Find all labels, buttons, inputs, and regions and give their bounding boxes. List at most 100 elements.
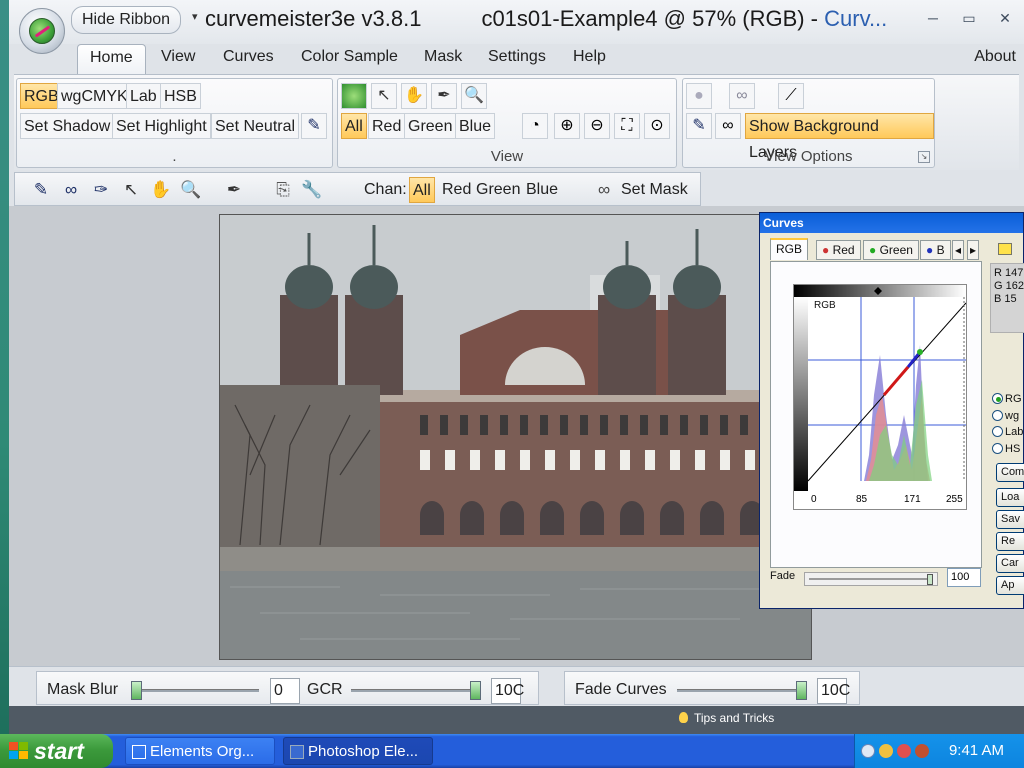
hand-tool-icon[interactable]: ✋	[149, 178, 173, 202]
dialog-launcher-icon[interactable]: ↘	[918, 151, 930, 163]
zoom-tool-icon[interactable]: 🔍	[461, 83, 487, 109]
neutral-picker-icon[interactable]: ✎	[301, 113, 327, 139]
tray-security-icon[interactable]	[897, 744, 911, 758]
mode-radio-lab[interactable]: Lab	[992, 426, 1023, 438]
tab-curves[interactable]: Curves	[223, 48, 274, 66]
gcr-value[interactable]: 10C	[491, 678, 524, 704]
tab-view[interactable]: View	[161, 48, 195, 66]
gcr-thumb[interactable]	[470, 681, 481, 700]
zoom-actual-icon[interactable]: ⊙	[644, 113, 670, 139]
mode-radio-rgb[interactable]: RG	[992, 393, 1022, 405]
close-icon[interactable]: ✕	[996, 10, 1014, 27]
set-shadow-button[interactable]: Set Shadow	[20, 113, 115, 139]
tab-color-sample[interactable]: Color Sample	[301, 48, 398, 66]
load-button[interactable]: Loa	[996, 488, 1024, 507]
curves-tab-red-label: Red	[832, 243, 855, 257]
mask-goggles-icon[interactable]: ∞	[715, 113, 741, 139]
fade-curves-value[interactable]: 10C	[817, 678, 850, 704]
curves-tab-green[interactable]: ● Green	[863, 240, 919, 260]
set-highlight-button[interactable]: Set Highlight	[112, 113, 211, 139]
colorspace-wgcmyk-button[interactable]: wgCMYK	[57, 83, 132, 109]
taskbar-item-elements-organizer[interactable]: Elements Org...	[125, 737, 275, 765]
pointer-tool-icon[interactable]: ↖	[371, 83, 397, 109]
sample-point-icon[interactable]: ✎	[29, 178, 53, 202]
cancel-button[interactable]: Car	[996, 554, 1024, 573]
document-image[interactable]	[219, 214, 812, 660]
copy-icon[interactable]: ⎘	[271, 178, 295, 202]
tab-mask[interactable]: Mask	[424, 48, 462, 66]
apply-button[interactable]: Ap	[996, 576, 1024, 595]
layer-circle-icon[interactable]: ●	[686, 83, 712, 109]
hide-ribbon-button[interactable]: Hide Ribbon	[71, 6, 181, 34]
tab-settings[interactable]: Settings	[488, 48, 546, 66]
curve-pen-icon[interactable]: ✑	[89, 178, 113, 202]
colorspace-lab-button[interactable]: Lab	[126, 83, 161, 109]
gcr-track[interactable]	[351, 689, 477, 692]
maximize-icon[interactable]: ▭	[960, 10, 978, 27]
curves-tab-blue[interactable]: ● B	[920, 240, 951, 260]
tray-network-icon[interactable]	[879, 744, 893, 758]
toolbar-channel-green[interactable]: Green	[473, 177, 523, 203]
sample-tool-icon[interactable]: ✎	[686, 113, 712, 139]
show-background-layers-button[interactable]: Show Background Layers	[745, 113, 934, 161]
curves-tab-red[interactable]: ● Red	[816, 240, 861, 260]
pointer-tool-icon[interactable]: ↖	[119, 178, 143, 202]
start-button[interactable]: start	[0, 734, 113, 768]
view-channel-blue-button[interactable]: Blue	[455, 113, 496, 139]
save-button[interactable]: Sav	[996, 510, 1024, 529]
fade-slider[interactable]	[804, 572, 938, 586]
about-link[interactable]: About	[974, 48, 1016, 66]
tab-help[interactable]: Help	[573, 48, 606, 66]
reset-button[interactable]: Re	[996, 532, 1024, 551]
set-mask-button[interactable]: Set Mask	[621, 181, 688, 199]
set-neutral-button[interactable]: Set Neutral	[211, 113, 300, 139]
flag-icon[interactable]	[998, 243, 1012, 255]
curves-logo-icon[interactable]	[341, 83, 367, 109]
toolbar-channel-all[interactable]: All	[409, 177, 435, 203]
hand-tool-icon[interactable]: ✋	[401, 83, 427, 109]
tray-expand-icon[interactable]	[861, 744, 875, 758]
tips-and-tricks-link[interactable]: Tips and Tricks	[679, 711, 774, 725]
view-channel-red-button[interactable]: Red	[368, 113, 406, 139]
zoom-out-icon[interactable]: ⊖	[584, 113, 610, 139]
view-channel-all-button[interactable]: All	[341, 113, 367, 139]
fade-value-input[interactable]: 100	[947, 568, 981, 587]
colorspace-hsb-button[interactable]: HSB	[160, 83, 201, 109]
zoom-in-icon[interactable]: ⊕	[554, 113, 580, 139]
wrench-icon[interactable]: 🔧	[300, 178, 324, 202]
tab-home[interactable]: Home	[77, 44, 146, 76]
curves-dialog-title[interactable]: Curves	[760, 213, 1023, 233]
fade-curves-thumb[interactable]	[796, 681, 807, 700]
fade-label: Fade	[770, 570, 796, 582]
fade-curves-track[interactable]	[677, 689, 803, 692]
view-channel-green-button[interactable]: Green	[404, 113, 457, 139]
tab-scroll-left-icon[interactable]: ◂	[952, 240, 965, 260]
mask-blur-thumb[interactable]	[131, 681, 142, 700]
tray-app-icon[interactable]	[915, 744, 929, 758]
taskbar-item-photoshop-elements[interactable]: Photoshop Ele...	[283, 737, 433, 765]
mask-goggles-icon[interactable]: ∞	[59, 178, 83, 202]
zoom-tool-icon[interactable]: 🔍	[179, 178, 203, 202]
mask-blur-track[interactable]	[133, 689, 259, 692]
set-mask-icon[interactable]: ∞	[592, 178, 616, 202]
minimize-icon[interactable]: ─	[924, 10, 942, 27]
fade-slider-thumb[interactable]	[927, 574, 933, 585]
curves-tab-rgb[interactable]: RGB	[770, 238, 809, 260]
zoom-fit-icon[interactable]: ⛶	[614, 113, 640, 139]
compute-button[interactable]: Com	[996, 463, 1024, 482]
tab-scroll-right-icon[interactable]: ▸	[967, 240, 980, 260]
curve-display-icon[interactable]: ⟋	[778, 83, 804, 109]
ribbon-group-view-options: ● ∞ ⟋ ✎ ∞ Show Background Layers View Op…	[682, 78, 935, 168]
toolbar-channel-red[interactable]: Red	[439, 177, 474, 203]
mask-overlay-icon[interactable]: ∞	[729, 83, 755, 109]
mask-view-icon[interactable]: ◔	[522, 113, 548, 139]
eyedropper-icon[interactable]: ✒	[222, 178, 246, 202]
mode-radio-wg[interactable]: wg	[992, 410, 1019, 422]
mode-radio-hs[interactable]: HS	[992, 443, 1020, 455]
eyedropper-icon[interactable]: ✒	[431, 83, 457, 109]
curves-graph[interactable]: RGB 0 85 171 255	[793, 284, 967, 510]
mask-blur-value[interactable]: 0	[270, 678, 300, 704]
quick-access-dropdown-icon[interactable]: ▾	[192, 10, 198, 23]
app-orb-button[interactable]	[19, 8, 65, 54]
toolbar-channel-blue[interactable]: Blue	[523, 177, 561, 203]
